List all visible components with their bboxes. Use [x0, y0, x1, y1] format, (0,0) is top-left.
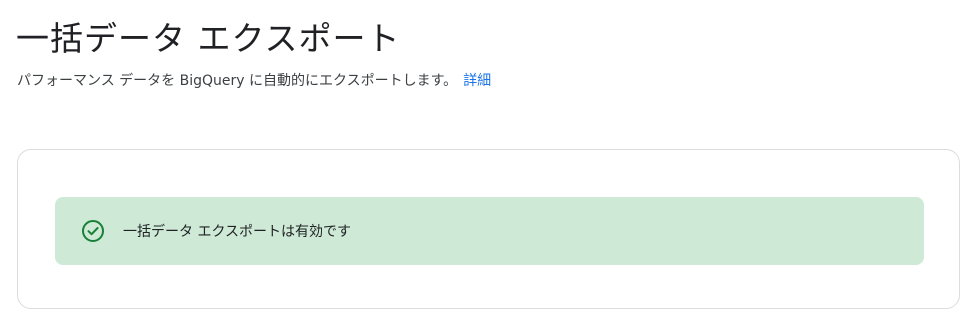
- status-banner: 一括データ エクスポートは有効です: [55, 197, 924, 265]
- check-circle-icon: [81, 219, 105, 243]
- learn-more-link[interactable]: 詳細: [463, 73, 491, 89]
- description-text: パフォーマンス データを BigQuery に自動的にエクスポートします。: [17, 73, 458, 89]
- status-message: 一括データ エクスポートは有効です: [123, 224, 352, 240]
- page-description: パフォーマンス データを BigQuery に自動的にエクスポートします。 詳細: [17, 68, 491, 94]
- export-status-card: 一括データ エクスポートは有効です: [17, 149, 960, 309]
- page-title: 一括データ エクスポート: [16, 19, 401, 58]
